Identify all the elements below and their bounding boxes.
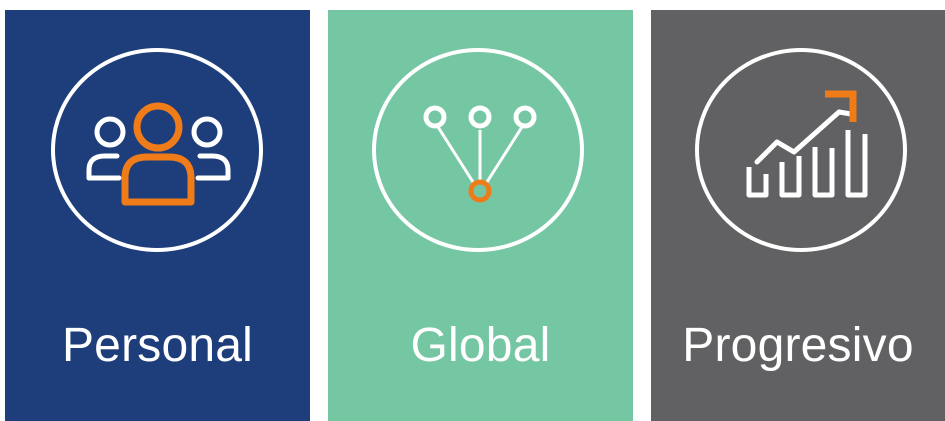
icon-ring bbox=[372, 48, 584, 252]
card-label: Progresivo bbox=[682, 319, 914, 372]
people-group-icon bbox=[86, 102, 231, 206]
growth-chart-icon bbox=[746, 90, 868, 198]
icon-ring bbox=[51, 48, 263, 252]
card-label: Global bbox=[410, 319, 551, 372]
card-personal: Personal bbox=[5, 10, 310, 421]
card-progresivo: Progresivo bbox=[651, 10, 945, 421]
network-nodes-icon bbox=[423, 105, 537, 203]
card-label: Personal bbox=[61, 319, 254, 372]
card-global: Global bbox=[328, 10, 633, 421]
icon-ring bbox=[695, 48, 907, 252]
